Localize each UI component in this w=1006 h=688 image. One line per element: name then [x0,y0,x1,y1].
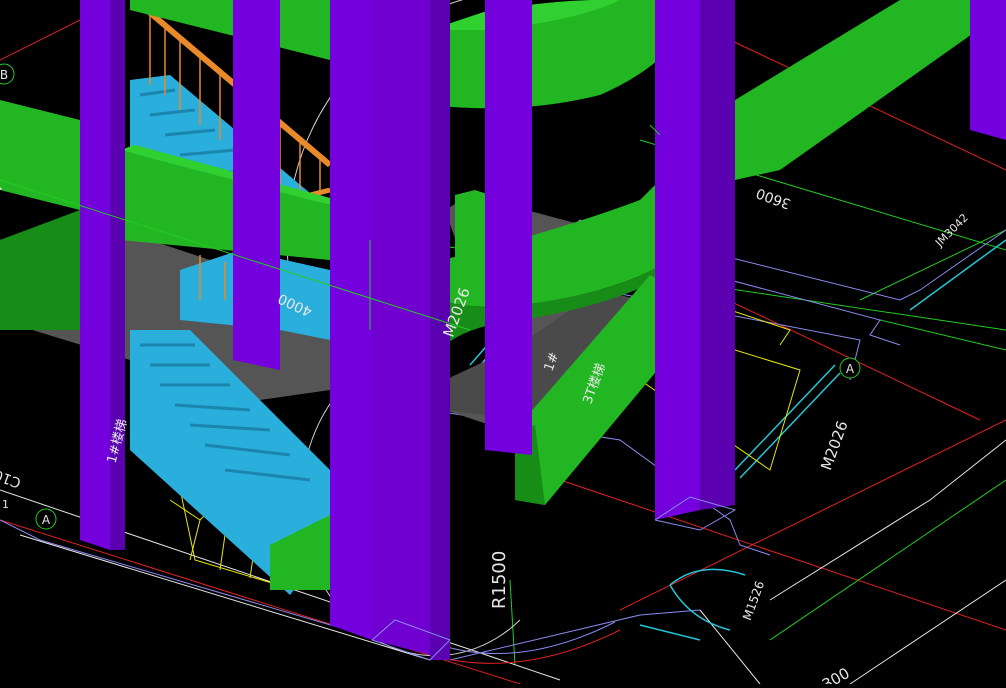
radius-label-r1500: R1500 [489,551,510,609]
grid-bubble-b[interactable]: B [0,63,15,85]
dimension-300: 300 [819,664,853,684]
model-canvas[interactable]: B A A 1 2400 4000 3600 300 M2026 M2026 M… [0,0,1006,688]
grid-bubble-a-right[interactable]: A [839,357,861,379]
grid-bubble-a-left[interactable]: A [35,508,57,530]
dimension-3600: 3600 [754,184,793,211]
grid-bubble-a-right-label: A [846,362,855,376]
grid-bubble-a-left-label: A [42,513,51,527]
window-tag-c1015: C1015 [0,460,23,491]
cad-3d-viewport[interactable]: B A A 1 2400 4000 3600 300 M2026 M2026 M… [0,0,1006,688]
grid-bubble-b-label: B [0,68,8,82]
grid-number-1: 1 [2,498,9,511]
window-tag-jm3042: JM3042 [932,211,971,250]
door-tag-m2026-right: M2026 [817,418,851,472]
door-tag-m1526: M1526 [740,579,767,622]
